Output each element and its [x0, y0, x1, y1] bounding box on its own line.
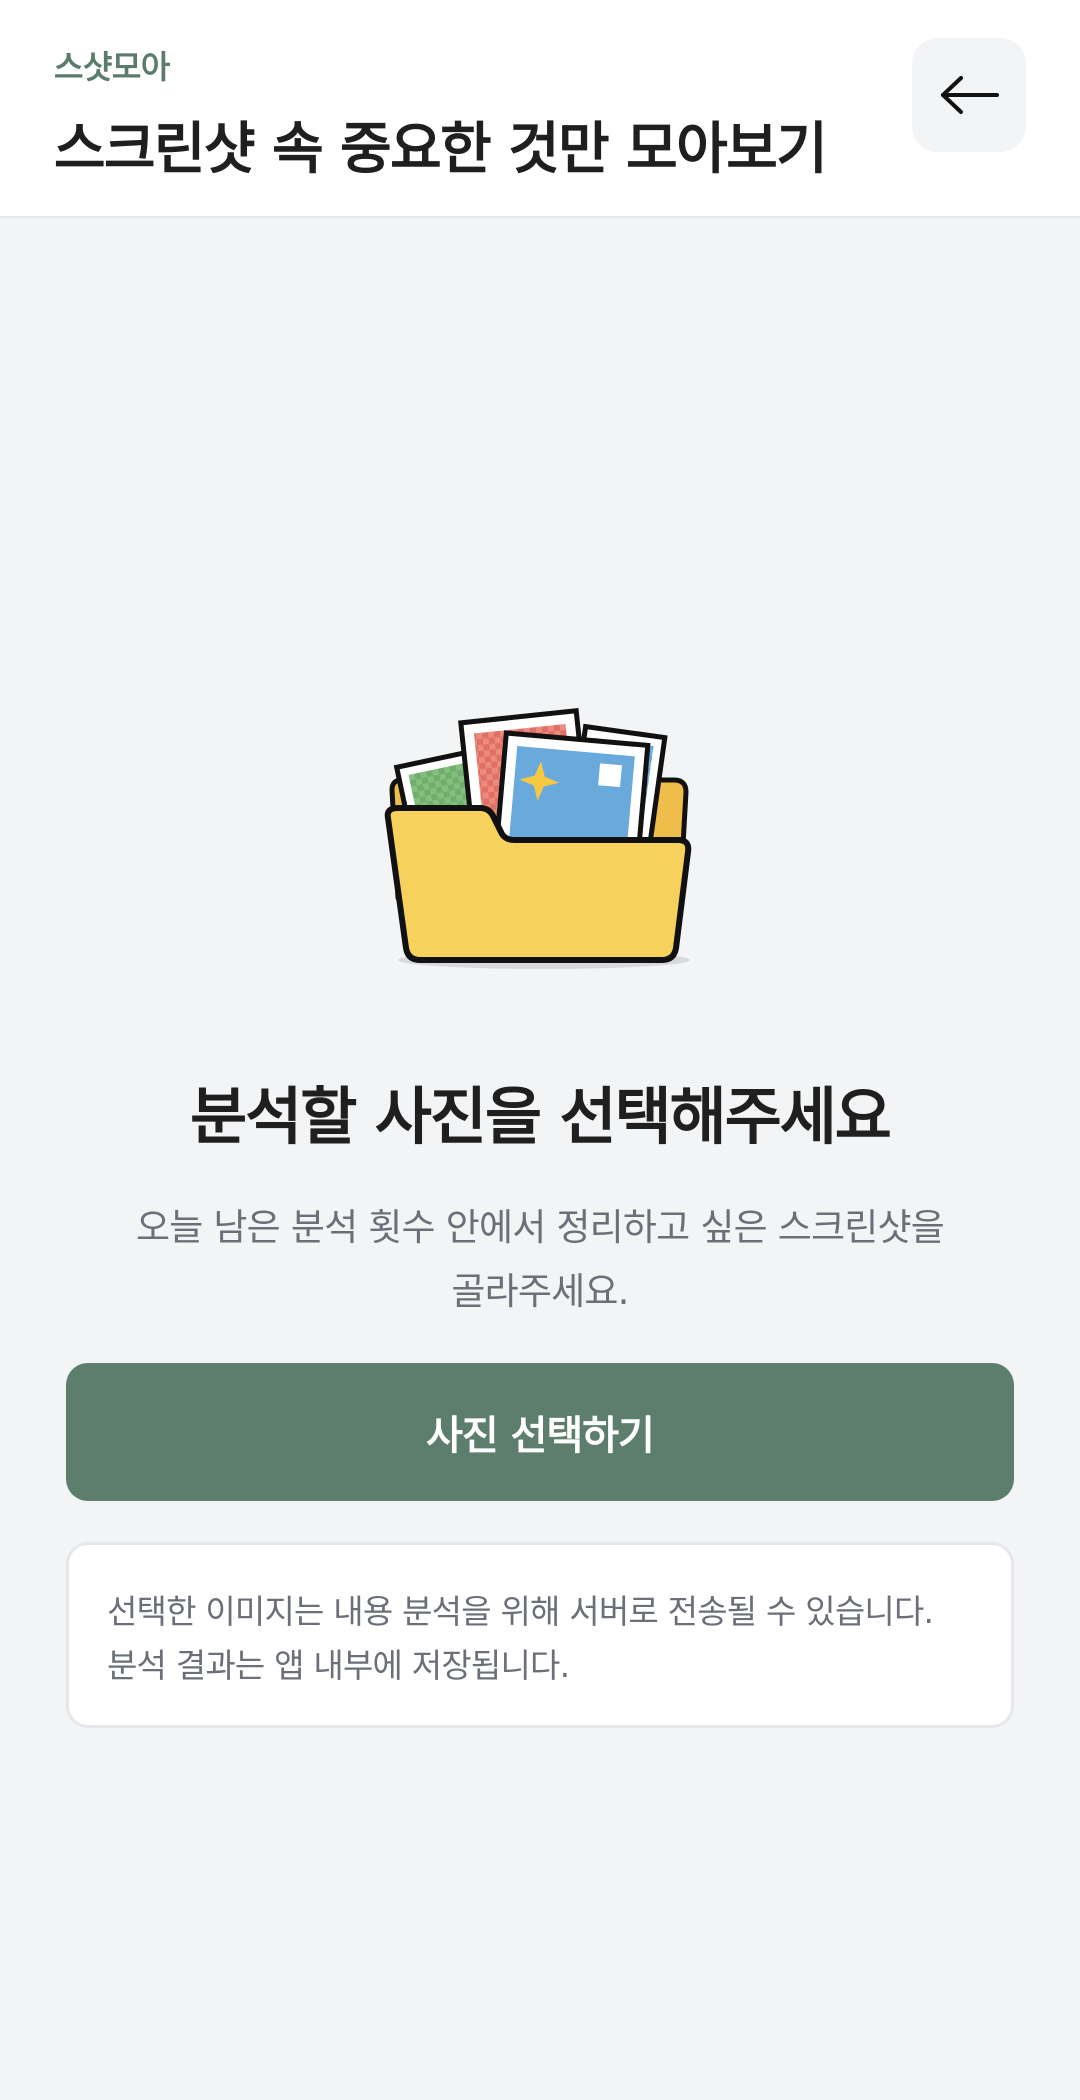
select-photos-button[interactable]: 사진 선택하기: [66, 1363, 1014, 1501]
empty-state-title: 분석할 사진을 선택해주세요: [190, 1080, 892, 1153]
notice-line-1: 선택한 이미지는 내용 분석을 위해 서버로 전송될 수 있습니다.: [107, 1592, 934, 1631]
notice-line-2: 분석 결과는 앱 내부에 저장됩니다.: [107, 1646, 570, 1685]
privacy-notice-card: 선택한 이미지는 내용 분석을 위해 서버로 전송될 수 있습니다. 분석 결과…: [66, 1542, 1014, 1728]
arrow-left-icon: [941, 76, 999, 114]
app-header: 스샷모아 스크린샷 속 중요한 것만 모아보기: [0, 0, 1080, 218]
app-name: 스샷모아: [54, 48, 170, 86]
description-line-2: 골라주세요.: [451, 1270, 629, 1313]
folder-with-photos-icon: [380, 698, 700, 978]
back-button[interactable]: [912, 38, 1026, 152]
description-line-1: 오늘 남은 분석 횟수 안에서 정리하고 싶은 스크린샷을: [135, 1206, 945, 1249]
page-title: 스크린샷 속 중요한 것만 모아보기: [54, 117, 828, 182]
empty-state-description: 오늘 남은 분석 횟수 안에서 정리하고 싶은 스크린샷을 골라주세요.: [90, 1196, 990, 1324]
